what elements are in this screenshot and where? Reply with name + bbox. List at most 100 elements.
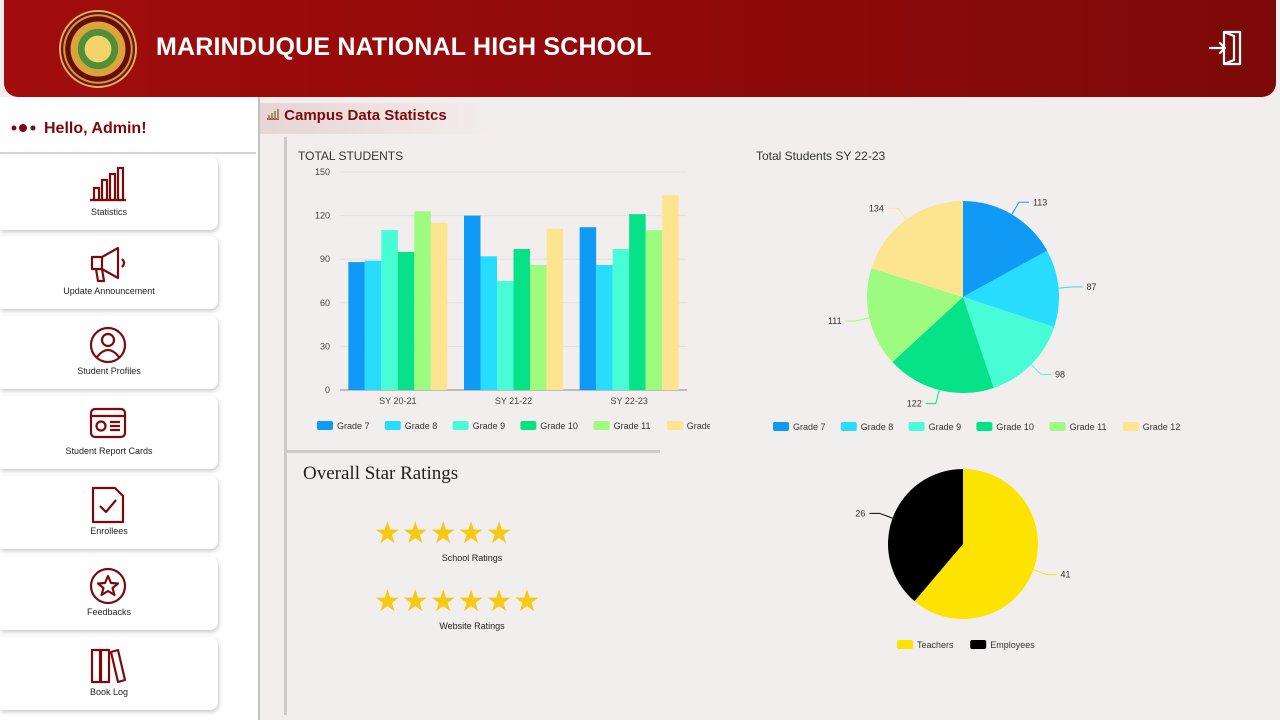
sidebar-item-feedbacks[interactable]: Feedbacks [0, 557, 218, 630]
sidebar-item-statistics[interactable]: Statistics [0, 157, 218, 230]
legend-label: Grade 12 [687, 421, 710, 431]
content-divider [258, 97, 260, 720]
pie-label-line [845, 317, 870, 322]
legend-label: Grade 9 [929, 422, 962, 432]
school-seal-logo [59, 10, 137, 88]
dots-icon [10, 120, 40, 138]
bar [397, 251, 415, 390]
legend-label: Grade 9 [473, 421, 506, 431]
stats-icon [266, 107, 284, 124]
legend-swatch [317, 421, 333, 430]
check-doc-icon [91, 486, 125, 524]
legend-swatch [452, 421, 469, 430]
legend-swatch [1049, 422, 1066, 431]
sidebar-item-label: Update Announcement [63, 286, 155, 296]
bar [430, 222, 448, 390]
bar [612, 249, 630, 390]
sidebar-item-label: Student Report Cards [65, 446, 153, 456]
sidebar-item-enrollees[interactable]: Enrollees [0, 476, 218, 549]
bar [464, 215, 481, 390]
legend-swatch [773, 422, 789, 431]
sidebar-item-label: Statistics [90, 207, 127, 217]
pie-label-line [1033, 569, 1057, 576]
user-icon [89, 326, 127, 364]
bar [579, 227, 597, 390]
sidebar-item-label: Student Profiles [77, 366, 141, 376]
books-icon [90, 648, 127, 684]
megaphone-icon [90, 246, 126, 283]
y-tick-label: 60 [320, 298, 330, 308]
y-tick-label: 150 [315, 167, 330, 177]
students-sy-pie-chart: 113 87 98 122 111 134 Grade 7 Grade 8 Grade 9 Gra… [773, 197, 1180, 432]
legend-swatch [976, 422, 993, 431]
pie-data-label: 41 [1061, 570, 1071, 580]
bar [596, 265, 613, 390]
legend-label: Grade 8 [405, 421, 438, 431]
greeting: Hello, Admin! [0, 108, 256, 154]
sidebar-item-label: Book Log [89, 687, 129, 697]
legend-label: Grade 10 [996, 422, 1034, 432]
pie-label-line [1058, 286, 1083, 289]
sidebar-item-student-report-cards[interactable]: Student Report Cards [0, 396, 218, 469]
ratings-title: Overall Star Ratings [303, 463, 459, 484]
pie-label-line [887, 207, 907, 220]
school-rating-label: School Ratings [441, 553, 503, 563]
x-tick-label: SY 22-23 [610, 396, 647, 406]
bar [364, 260, 382, 390]
legend-label: Grade 7 [793, 422, 826, 432]
bar-chart-title: TOTAL STUDENTS [298, 149, 404, 163]
legend-label: Teachers [917, 640, 954, 650]
legend-label: Grade 12 [1143, 422, 1180, 432]
bar [645, 230, 663, 390]
pie-label-line [925, 389, 940, 405]
section-title-text: Campus Data Statistcs [284, 107, 447, 124]
total-students-bar-chart: 0 30 60 90 120 150 SY 20-21 SY 21-22 SY 22-23 Gra… [315, 167, 710, 431]
bar [546, 228, 563, 390]
pie-data-label: 98 [1055, 370, 1065, 380]
bar [530, 265, 547, 390]
page-title: MARINDUQUE NATIONAL HIGH SCHOOL [156, 33, 652, 61]
school-rating-stars: ★★★★★ [374, 517, 514, 550]
legend-swatch [908, 422, 925, 431]
x-tick-label: SY 21-22 [495, 396, 532, 406]
bar [381, 230, 398, 390]
y-tick-label: 30 [320, 341, 330, 351]
legend-swatch [520, 421, 537, 430]
pie-label-line [869, 512, 893, 519]
legend-swatch [666, 421, 683, 430]
bar-chart-icon [90, 166, 126, 202]
staff-pie-chart: 41 26 Teachers Employees [855, 469, 1071, 650]
y-tick-label: 120 [315, 211, 330, 221]
y-tick-label: 90 [320, 254, 330, 264]
legend-swatch [593, 421, 610, 430]
legend-swatch [970, 640, 987, 649]
bar [414, 211, 431, 390]
bar [348, 262, 365, 390]
pie-data-label: 26 [855, 508, 865, 518]
legend-label: Grade 8 [861, 422, 894, 432]
panel-border [286, 450, 660, 453]
legend-label: Grade 11 [1070, 422, 1107, 432]
logout-icon[interactable] [1207, 28, 1247, 68]
sidebar-item-student-profiles[interactable]: Student Profiles [0, 316, 218, 389]
legend-label: Grade 7 [337, 421, 370, 431]
panel-border [284, 137, 287, 715]
section-title: Campus Data Statistcs [260, 103, 498, 134]
pie-data-label: 87 [1087, 282, 1097, 292]
y-tick-label: 0 [325, 385, 330, 395]
bar [629, 214, 646, 390]
pie-data-label: 113 [1033, 197, 1047, 207]
legend-label: Employees [990, 640, 1035, 650]
legend-swatch [840, 422, 857, 431]
app-header: MARINDUQUE NATIONAL HIGH SCHOOL [4, 0, 1276, 97]
website-rating-stars: ★★★★★★ [374, 585, 542, 618]
greeting-text: Hello, Admin! [44, 120, 147, 138]
bar [662, 195, 679, 390]
pie-data-label: 134 [869, 203, 884, 213]
sidebar-item-update-announcement[interactable]: Update Announcement [0, 236, 218, 309]
sidebar-item-book-log[interactable]: Book Log [0, 637, 218, 710]
star-circle-icon [89, 567, 127, 605]
pie-label-line [1030, 364, 1052, 376]
pie-chart-title: Total Students SY 22-23 [756, 149, 886, 163]
pie-data-label: 111 [828, 316, 842, 326]
